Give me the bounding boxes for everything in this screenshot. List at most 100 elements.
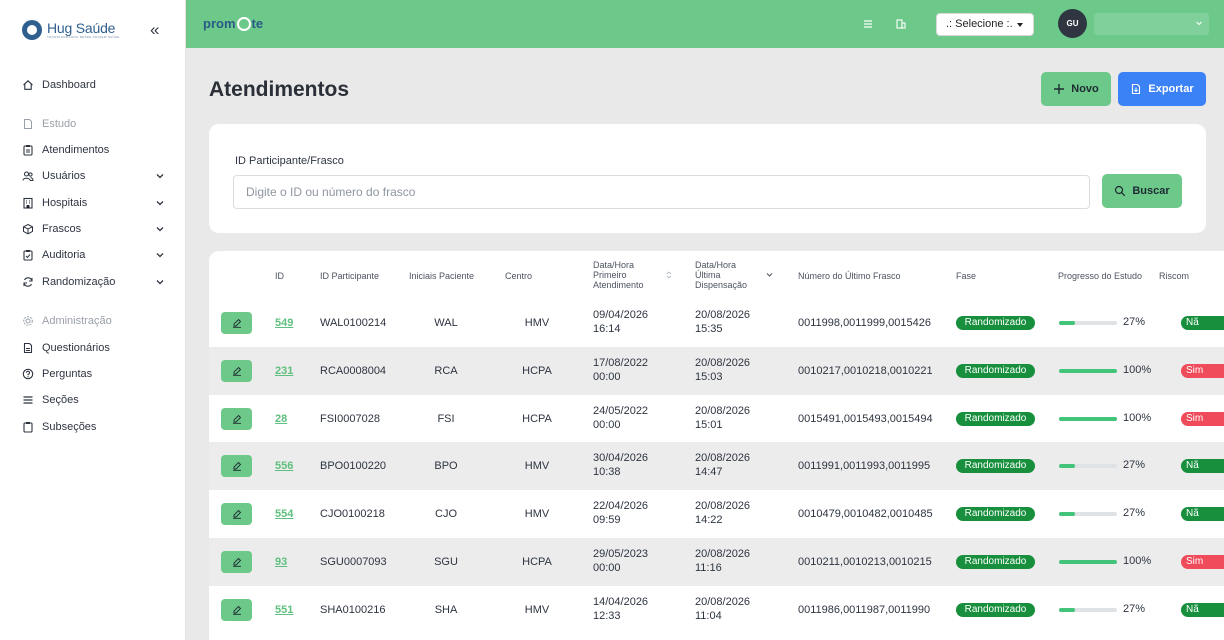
participant-id-link[interactable]: 231 — [275, 364, 293, 378]
chevron-down-icon[interactable] — [155, 224, 165, 234]
participant-id-link[interactable]: 93 — [275, 555, 287, 569]
sidebar: Hug Saúde TRANSFORMANDO DESDE ORIGEM SAÚ… — [0, 0, 186, 640]
sidebar-item-subsecoes[interactable]: Subseções — [22, 420, 96, 434]
column-header-id[interactable]: ID — [275, 271, 284, 281]
table-header: ID ID Participante Iniciais Paciente Cen… — [209, 251, 1224, 299]
export-button[interactable]: Exportar — [1118, 72, 1206, 106]
participant-id-link[interactable]: 554 — [275, 507, 293, 521]
column-header-initials[interactable]: Iniciais Paciente — [409, 271, 474, 281]
progress-bar — [1059, 321, 1117, 325]
building-icon — [22, 197, 34, 209]
edit-button[interactable] — [221, 312, 252, 334]
edit-icon — [232, 366, 241, 376]
column-header-last-dispensation[interactable]: Data/Hora Última Dispensação — [695, 260, 747, 290]
brand-name: Hug Saúde — [47, 20, 116, 36]
avatar[interactable]: GU — [1058, 9, 1087, 38]
sidebar-item-hospitais[interactable]: Hospitais — [22, 196, 87, 210]
sidebar-item-questionarios[interactable]: Questionários — [22, 341, 110, 355]
box-icon — [22, 223, 34, 235]
edit-icon — [232, 318, 241, 328]
progress-bar — [1059, 464, 1117, 469]
participant-id-link[interactable]: 551 — [275, 603, 293, 617]
home-icon — [22, 79, 34, 91]
last-vial-numbers: 0015491,0015493,0015494 — [798, 412, 933, 425]
building-icon[interactable] — [894, 17, 908, 31]
edit-button[interactable] — [221, 598, 252, 621]
logo-circle-icon — [236, 17, 251, 31]
users-icon — [22, 170, 34, 182]
edit-button[interactable] — [221, 503, 252, 526]
sidebar-item-secoes[interactable]: Seções — [22, 393, 79, 407]
participant-id-link[interactable]: 549 — [275, 316, 293, 330]
new-button-label: Novo — [1071, 83, 1099, 95]
column-header-progress[interactable]: Progresso do Estudo — [1058, 271, 1142, 281]
export-button-label: Exportar — [1148, 83, 1194, 95]
table-row: 549 WAL0100214 WAL HMV 09/04/2026 16:14 20/08/… — [209, 299, 1224, 347]
participant-id-link[interactable]: 556 — [275, 459, 293, 473]
risk-badge: Nã — [1181, 316, 1224, 330]
brand-logo[interactable]: Hug Saúde TRANSFORMANDO DESDE ORIGEM SAÚ… — [22, 20, 120, 40]
column-header-first-attendance[interactable]: Data/Hora Primeiro Atendimento — [593, 260, 644, 290]
risk-badge: Sim — [1181, 555, 1224, 569]
center-name: HMV — [524, 603, 550, 616]
edit-icon — [232, 462, 241, 472]
last-vial-numbers: 0010217,0010218,0010221 — [798, 364, 933, 377]
collapse-sidebar-button[interactable]: « — [150, 20, 159, 40]
risk-badge: Nã — [1181, 459, 1224, 474]
menu-icon[interactable] — [861, 17, 875, 31]
patient-initials: CJO — [435, 508, 457, 521]
sort-icon[interactable] — [665, 271, 673, 279]
sidebar-item-perguntas[interactable]: Perguntas — [22, 367, 92, 381]
progress-bar-fill — [1059, 607, 1075, 612]
phase-badge: Randomizado — [956, 459, 1035, 474]
chevron-down-icon[interactable] — [155, 198, 165, 208]
center-select[interactable]: .: Selecione :. — [936, 13, 1034, 36]
user-menu[interactable] — [1094, 13, 1209, 35]
caret-down-icon — [1017, 23, 1023, 27]
progress-bar — [1059, 512, 1117, 517]
sidebar-item-frascos[interactable]: Frascos — [22, 222, 81, 236]
chevron-down-icon[interactable] — [155, 277, 165, 287]
participant-code: FSI0007028 — [320, 412, 380, 425]
progress-bar — [1059, 368, 1117, 373]
chevron-down-icon[interactable] — [155, 250, 165, 260]
first-attendance-time: 00:00 — [593, 562, 621, 574]
edit-button[interactable] — [221, 407, 252, 430]
last-dispensation-date: 20/08/2026 — [695, 356, 751, 369]
progress-bar-fill — [1059, 560, 1117, 564]
column-header-phase[interactable]: Fase — [956, 271, 976, 281]
column-header-center[interactable]: Centro — [505, 271, 532, 281]
question-icon — [22, 368, 34, 380]
sidebar-item-label: Questionários — [42, 342, 110, 354]
participant-code: SGU0007093 — [320, 556, 387, 568]
search-input[interactable] — [233, 175, 1090, 209]
sidebar-item-randomizacao[interactable]: Randomização — [22, 275, 115, 289]
progress-bar-fill — [1059, 512, 1075, 517]
column-header-last-vial[interactable]: Número do Último Frasco — [798, 271, 901, 281]
edit-button[interactable] — [221, 551, 252, 573]
edit-icon — [232, 414, 241, 424]
last-dispensation-date: 20/08/2026 — [695, 404, 751, 417]
table-row: 556 BPO0100220 BPO HMV 30/04/2026 10:38 20/08/… — [209, 442, 1224, 491]
sidebar-item-atendimentos[interactable]: Atendimentos — [22, 143, 109, 157]
sidebar-item-dashboard[interactable]: Dashboard — [22, 78, 96, 92]
chevron-down-icon[interactable] — [155, 171, 165, 181]
sidebar-item-auditoria[interactable]: Auditoria — [22, 248, 85, 262]
participant-id-link[interactable]: 28 — [275, 412, 287, 426]
edit-button[interactable] — [221, 359, 252, 382]
promote-logo[interactable]: prom te — [203, 16, 263, 31]
table-row: 93 SGU0007093 SGU HCPA 29/05/2023 00:00 20/08/… — [209, 538, 1224, 586]
chevron-down-icon[interactable] — [765, 271, 774, 279]
center-name: HMV — [524, 508, 550, 521]
risk-badge: Sim — [1181, 411, 1224, 426]
sidebar-item-usuarios[interactable]: Usuários — [22, 169, 85, 183]
new-button[interactable]: Novo — [1041, 72, 1111, 106]
last-vial-numbers: 0011986,0011987,0011990 — [798, 603, 931, 616]
table-row: 551 SHA0100216 SHA HMV 14/04/2026 12:33 20/08/… — [209, 586, 1224, 634]
edit-button[interactable] — [221, 455, 252, 478]
column-header-participant[interactable]: ID Participante — [320, 271, 379, 281]
column-header-risk[interactable]: Riscom — [1159, 271, 1189, 281]
first-attendance-time: 16:14 — [593, 323, 621, 335]
first-attendance-time: 12:33 — [593, 609, 621, 622]
search-button[interactable]: Buscar — [1102, 174, 1182, 208]
